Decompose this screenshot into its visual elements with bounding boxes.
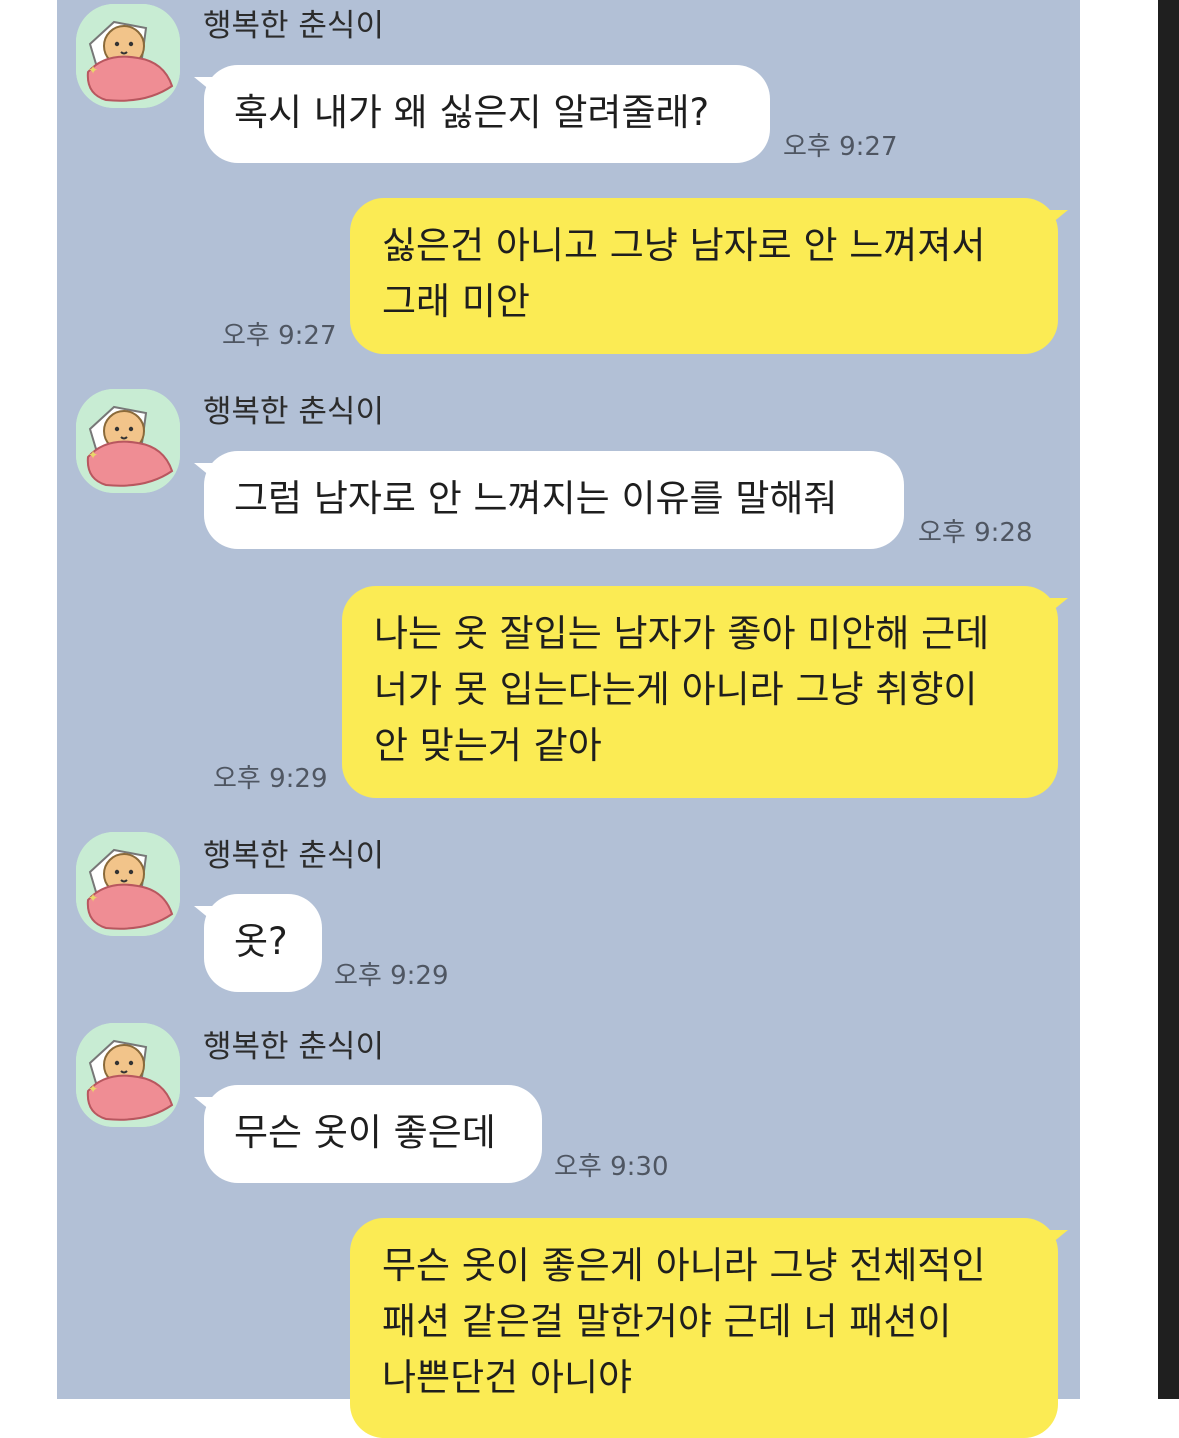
sender-avatar[interactable]: ✦ [76,1023,180,1127]
sender-avatar[interactable]: ✦ [76,389,180,493]
choonsik-sleeping-avatar-icon: ✦ [76,389,180,493]
message-text-line: 패션 같은걸 말한거야 근데 너 패션이 [382,1300,952,1343]
message-bubble-incoming[interactable]: 그럼 남자로 안 느껴지는 이유를 말해줘 [194,451,904,549]
message-timestamp: 오후 9:27 [783,132,898,162]
sender-name: 행복한 춘식이 [203,1029,384,1065]
message-bubble-incoming[interactable]: 옷? [194,894,322,992]
message-text-line: 그래 미안 [382,280,530,323]
screen-edge [1158,0,1179,1399]
sender-avatar[interactable]: ✦ [76,4,180,108]
sender-name: 행복한 춘식이 [203,8,384,44]
message-text-line: 싫은건 아니고 그냥 남자로 안 느껴져서 [382,224,986,267]
svg-text:✦: ✦ [88,891,98,905]
message-bubble-outgoing[interactable]: 무슨 옷이 좋은게 아니라 그냥 전체적인 패션 같은걸 말한거야 근데 너 패… [350,1218,1068,1438]
sender-name: 행복한 춘식이 [203,394,384,430]
sender-name: 행복한 춘식이 [203,838,384,874]
message-text: 혹시 내가 왜 싫은지 알려줄래? [234,91,710,134]
message-timestamp: 오후 9:29 [334,961,449,991]
message-text: 무슨 옷이 좋은데 [234,1111,496,1154]
message-timestamp: 오후 9:29 [213,764,328,794]
message-text-line: 나는 옷 잘입는 남자가 좋아 미안해 근데 [374,612,990,655]
choonsik-sleeping-avatar-icon: ✦ [76,4,180,108]
message-text-line: 너가 못 입는다는게 아니라 그냥 취향이 [374,668,978,711]
sender-avatar[interactable]: ✦ [76,832,180,936]
message-text-line: 무슨 옷이 좋은게 아니라 그냥 전체적인 [382,1244,986,1287]
svg-text:✦: ✦ [88,448,98,462]
message-text-line: 안 맞는거 같아 [374,724,602,767]
message-bubble-incoming[interactable]: 무슨 옷이 좋은데 [194,1085,542,1183]
choonsik-sleeping-avatar-icon: ✦ [76,832,180,936]
svg-text:✦: ✦ [88,63,98,77]
message-bubble-outgoing[interactable]: 나는 옷 잘입는 남자가 좋아 미안해 근데 너가 못 입는다는게 아니라 그냥… [342,586,1068,798]
message-timestamp: 오후 9:28 [918,518,1033,548]
choonsik-sleeping-avatar-icon: ✦ [76,1023,180,1127]
message-text: 그럼 남자로 안 느껴지는 이유를 말해줘 [234,477,838,520]
message-bubble-incoming[interactable]: 혹시 내가 왜 싫은지 알려줄래? [194,65,770,163]
svg-text:✦: ✦ [88,1082,98,1096]
message-text-line: 나쁜단건 아니야 [382,1356,633,1399]
message-bubble-outgoing[interactable]: 싫은건 아니고 그냥 남자로 안 느껴져서 그래 미안 [350,198,1068,354]
message-text: 옷? [234,920,288,963]
message-timestamp: 오후 9:27 [222,321,337,351]
message-timestamp: 오후 9:30 [554,1152,669,1182]
